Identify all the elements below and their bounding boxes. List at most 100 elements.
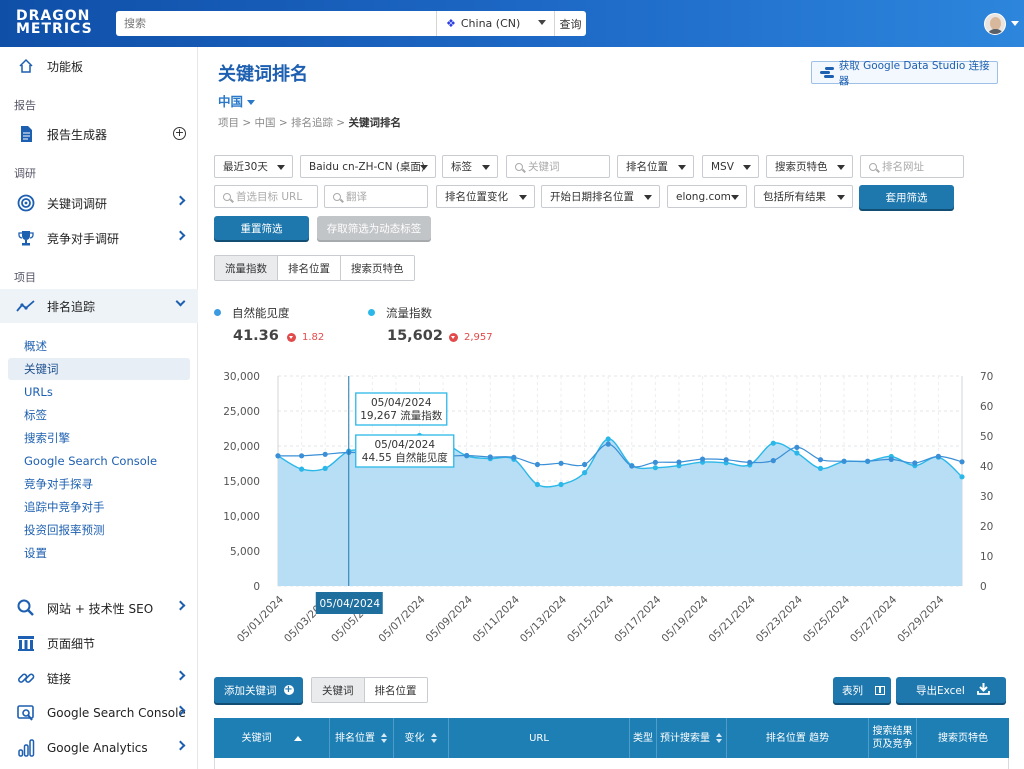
visibility-point <box>464 452 470 459</box>
add-report-icon[interactable]: + <box>173 127 186 140</box>
col-search-volume[interactable]: 预计搜索量 <box>657 718 727 758</box>
tab-serp-features[interactable]: 搜索页特色 <box>341 256 414 280</box>
export-excel-button[interactable]: 导出Excel <box>896 677 1006 703</box>
sidebar-subitem[interactable]: Google Search Console <box>8 450 190 472</box>
sidebar-item-label: 网站 + 技术性 SEO <box>47 601 154 616</box>
region-label: China (CN) <box>460 17 521 30</box>
sidebar-subitem[interactable]: URLs <box>8 381 190 403</box>
save-dynamic-tag-button[interactable]: 存取筛选为动态标签 <box>317 216 431 240</box>
start-date-rank-select[interactable]: 开始日期排名位置 <box>541 185 660 208</box>
tab-traffic-index[interactable]: 流量指数 <box>215 256 278 280</box>
chevron-down-icon <box>247 100 256 105</box>
traffic-delta: 2,957 <box>449 332 493 343</box>
table-row[interactable] <box>214 758 1009 769</box>
visibility-point <box>511 454 517 460</box>
search-engine-select[interactable]: Baidu cn-ZH-CN (桌面) <box>300 155 436 178</box>
sidebar-subitem[interactable]: 关键词 <box>8 358 190 380</box>
add-keyword-button[interactable]: 添加关键词 + <box>214 677 303 703</box>
col-rank-label: 排名位置 <box>335 732 375 744</box>
col-url[interactable]: URL <box>449 718 630 758</box>
traffic-point <box>534 481 541 488</box>
sidebar-subitem[interactable]: 追踪中竞争对手 <box>8 496 190 518</box>
traffic-visibility-chart[interactable]: 0 5,000 10,000 15,000 20,000 25,000 30,000 0 10 2… <box>198 360 1024 660</box>
sidebar-item-google-analytics[interactable]: Google Analytics <box>0 731 198 765</box>
chevron-right-icon <box>175 600 186 611</box>
breadcrumb-item[interactable]: 中国 <box>254 117 275 129</box>
col-rank[interactable]: 排名位置 <box>330 718 394 758</box>
sidebar: 功能板 报告 报告生成器 + 调研 关键词调研 竞争对手调研 项目 排名追踪 概… <box>0 47 198 769</box>
col-type[interactable]: 类型 <box>630 718 657 758</box>
translate-filter-input[interactable]: 翻译 <box>324 185 428 208</box>
user-avatar[interactable] <box>984 13 1006 35</box>
sidebar-subitem[interactable]: 竞争对手探寻 <box>8 473 190 495</box>
domain-select[interactable]: elong.com <box>667 185 747 208</box>
sidebar-subitem[interactable]: 设置 <box>8 542 190 564</box>
region-select[interactable]: ❖ China (CN) <box>436 11 554 36</box>
sidebar-subitem[interactable]: 搜索引擎 <box>8 427 190 449</box>
tab-rank-position[interactable]: 排名位置 <box>278 256 341 280</box>
sidebar-subitem[interactable]: 投资回报率预测 <box>8 519 190 541</box>
keyword-filter-input[interactable]: 关键词 <box>506 155 610 178</box>
chevron-down-icon <box>519 195 527 200</box>
col-rank-trend[interactable]: 排名位置 趋势 <box>727 718 869 758</box>
breadcrumb-item[interactable]: 项目 <box>218 117 239 129</box>
sort-asc-icon <box>293 735 302 741</box>
google-data-studio-button[interactable]: 获取 Google Data Studio 连接器 <box>811 60 998 87</box>
search-button[interactable]: 查询 <box>554 11 586 36</box>
tab-keywords[interactable]: 关键词 <box>312 678 365 702</box>
col-keyword[interactable]: 关键词 <box>214 718 330 758</box>
visibility-point <box>558 460 564 466</box>
down-arrow-icon <box>287 333 296 342</box>
chevron-right-icon <box>175 670 186 681</box>
sidebar-item-dashboard[interactable]: 功能板 <box>0 49 198 83</box>
serp-features-select[interactable]: 搜索页特色 <box>766 155 853 178</box>
include-results-select[interactable]: 包括所有结果 <box>754 185 853 208</box>
col-serp-features[interactable]: 搜索页特色 <box>917 718 1009 758</box>
visibility-point <box>912 460 918 466</box>
tags-select[interactable]: 标签 <box>442 155 498 178</box>
user-menu-caret-icon[interactable] <box>1011 21 1019 26</box>
visibility-point <box>582 461 588 468</box>
col-serp-competition[interactable]: 搜索结果页及竞争 <box>869 718 917 758</box>
visibility-label[interactable]: 自然能见度 <box>232 305 290 321</box>
breadcrumb-item[interactable]: 排名追踪 <box>291 117 333 129</box>
sidebar-subitem[interactable]: 概述 <box>8 335 190 357</box>
sidebar-item-keyword-research[interactable]: 关键词调研 <box>0 186 198 220</box>
sidebar-item-site-seo[interactable]: 网站 + 技术性 SEO <box>0 591 198 625</box>
sidebar-item-competitor-research[interactable]: 竞争对手调研 <box>0 221 198 255</box>
rank-change-select[interactable]: 排名位置变化 <box>436 185 535 208</box>
col-keyword-label: 关键词 <box>241 732 272 744</box>
sidebar-item-links[interactable]: 链接 <box>0 661 198 695</box>
sidebar-item-google-search-console[interactable]: Google Search Console <box>0 696 198 730</box>
sidebar-item-label: Google Search Console <box>47 706 186 720</box>
dragon-metrics-logo[interactable]: DRAGON METRICS <box>16 9 93 36</box>
country-selector[interactable]: 中国 <box>218 91 256 110</box>
msv-select[interactable]: MSV <box>702 155 759 178</box>
apply-filter-button[interactable]: 套用筛选 <box>859 185 954 209</box>
rank-position-select[interactable]: 排名位置 <box>617 155 694 178</box>
traffic-point <box>652 465 658 471</box>
preferred-url-filter-input[interactable]: 首选目标 URL <box>214 185 318 208</box>
date-range-select[interactable]: 最近30天 <box>214 155 293 178</box>
start-date-rank-label: 开始日期排名位置 <box>550 191 634 203</box>
visibility-delta-value: 1.82 <box>302 332 325 343</box>
tab-rank-positions[interactable]: 排名位置 <box>364 678 427 702</box>
col-change[interactable]: 变化 <box>394 718 449 758</box>
sidebar-subitem[interactable]: 标签 <box>8 404 190 426</box>
sidebar-item-report-builder[interactable]: 报告生成器 + <box>0 117 198 151</box>
visibility-delta: 1.82 <box>287 332 324 343</box>
tooltip-traffic-date: 05/04/2024 <box>371 397 432 409</box>
global-search-input[interactable] <box>116 11 436 36</box>
x-tick-label: 05/13/2024 <box>518 593 570 645</box>
rank-url-filter-input[interactable]: 排名网址 <box>860 155 964 178</box>
y-left-tick-label: 20,000 <box>223 441 260 453</box>
columns-button[interactable]: 表列 <box>833 677 891 703</box>
sidebar-item-rank-tracking[interactable]: 排名追踪 <box>0 289 198 323</box>
visibility-value: 41.36 <box>233 328 279 344</box>
chevron-right-icon <box>175 740 186 751</box>
traffic-point <box>558 481 564 488</box>
traffic-label[interactable]: 流量指数 <box>386 305 432 321</box>
reset-filter-button[interactable]: 重置筛选 <box>214 216 309 240</box>
sidebar-item-page-details[interactable]: 页面细节 <box>0 626 198 660</box>
x-tick-label: 05/11/2024 <box>471 593 523 645</box>
